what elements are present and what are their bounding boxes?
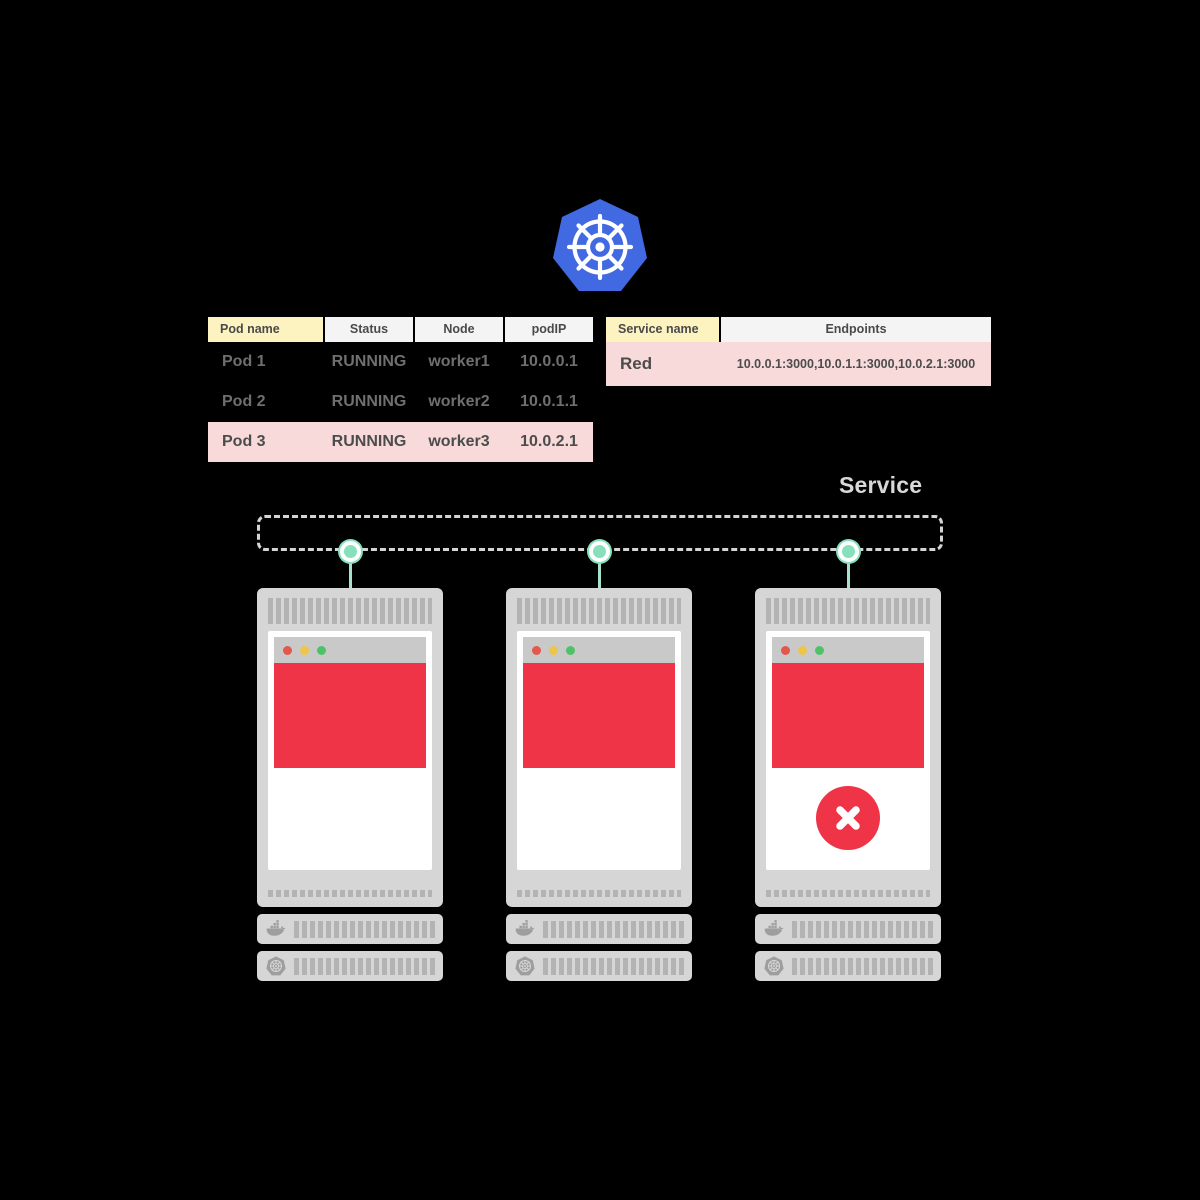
vent-grille-tray	[294, 920, 435, 938]
service-name-cell: Red	[620, 354, 653, 373]
app-content-blank	[274, 768, 426, 870]
kubernetes-runtime-tray	[257, 951, 443, 981]
vent-grille-tray	[543, 920, 684, 938]
server-chassis	[506, 588, 692, 907]
vent-grille-tray	[792, 957, 933, 975]
pods-header-status: Status	[325, 317, 413, 342]
connector-dot	[838, 541, 859, 562]
pod-ip-cell: 10.0.0.1	[520, 353, 578, 370]
app-content-red	[772, 663, 924, 768]
kubernetes-icon	[514, 955, 536, 977]
pods-header-node: Node	[415, 317, 503, 342]
maximize-dot-icon	[566, 645, 575, 655]
pods-table-header-row: Pod name Status Node podIP	[208, 317, 593, 342]
pod-name-cell: Pod 1	[222, 353, 266, 370]
connector-dot	[340, 541, 361, 562]
close-dot-icon	[532, 645, 541, 655]
service-header-endpoints: Endpoints	[721, 317, 991, 342]
pods-header-pod-name: Pod name	[208, 317, 323, 342]
pod-status-cell: RUNNING	[331, 393, 407, 410]
kubernetes-logo	[549, 196, 651, 298]
pod-name-cell: Pod 3	[222, 433, 266, 450]
connector-dot	[589, 541, 610, 562]
docker-runtime-tray	[506, 914, 692, 944]
server-screen	[268, 631, 432, 870]
pod-status-cell: RUNNING	[331, 353, 407, 370]
docker-runtime-tray	[755, 914, 941, 944]
error-badge-icon	[816, 786, 880, 850]
kubernetes-icon	[763, 955, 785, 977]
minimize-dot-icon	[549, 645, 558, 655]
server-chassis	[257, 588, 443, 907]
kubernetes-icon	[265, 955, 287, 977]
maximize-dot-icon	[815, 645, 824, 655]
vent-grille-tray	[543, 957, 684, 975]
server-screen	[517, 631, 681, 870]
pod-ip-cell: 10.0.1.1	[520, 393, 578, 410]
table-row: Pod 2 RUNNING worker2 10.0.1.1	[208, 382, 593, 422]
minimize-dot-icon	[300, 645, 309, 655]
browser-window	[772, 637, 924, 870]
server-node-3	[755, 588, 941, 981]
pods-header-podip: podIP	[505, 317, 593, 342]
vent-grille-bottom	[268, 890, 432, 897]
app-content-blank	[523, 768, 675, 870]
service-table-header-row: Service name Endpoints	[606, 317, 991, 342]
pod-status-cell: RUNNING	[331, 433, 407, 450]
pod-name-cell: Pod 2	[222, 393, 266, 410]
close-dot-icon	[283, 645, 292, 655]
vent-grille-bottom	[517, 890, 681, 897]
docker-runtime-tray	[257, 914, 443, 944]
server-node-1	[257, 588, 443, 981]
pod-ip-cell: 10.0.2.1	[520, 433, 578, 450]
close-dot-icon	[781, 645, 790, 655]
server-screen	[766, 631, 930, 870]
docker-icon	[514, 918, 536, 940]
table-row: Red 10.0.0.1:3000,10.0.1.1:3000,10.0.2.1…	[606, 342, 991, 386]
pods-table: Pod name Status Node podIP Pod 1 RUNNING…	[208, 317, 593, 462]
vent-grille-top	[766, 598, 930, 624]
vent-grille-bottom	[766, 890, 930, 897]
app-content-red	[274, 663, 426, 768]
vent-grille-top	[517, 598, 681, 624]
server-chassis	[755, 588, 941, 907]
vent-grille-tray	[792, 920, 933, 938]
browser-titlebar	[772, 637, 924, 663]
service-header-name: Service name	[606, 317, 719, 342]
pod-node-cell: worker2	[428, 393, 490, 410]
app-content-red	[523, 663, 675, 768]
docker-icon	[763, 918, 785, 940]
service-endpoints-cell: 10.0.0.1:3000,10.0.1.1:3000,10.0.2.1:300…	[736, 357, 976, 371]
vent-grille-top	[268, 598, 432, 624]
browser-window	[274, 637, 426, 870]
app-content-blank	[772, 768, 924, 870]
browser-titlebar	[523, 637, 675, 663]
table-row: Pod 1 RUNNING worker1 10.0.0.1	[208, 342, 593, 382]
vent-grille-tray	[294, 957, 435, 975]
server-node-2	[506, 588, 692, 981]
kubernetes-runtime-tray	[755, 951, 941, 981]
maximize-dot-icon	[317, 645, 326, 655]
kubernetes-runtime-tray	[506, 951, 692, 981]
diagram-canvas: Pod name Status Node podIP Pod 1 RUNNING…	[0, 0, 1200, 1200]
table-row: Pod 3 RUNNING worker3 10.0.2.1	[208, 422, 593, 462]
docker-icon	[265, 918, 287, 940]
service-table: Service name Endpoints Red 10.0.0.1:3000…	[606, 317, 991, 386]
service-label: Service	[839, 472, 923, 498]
minimize-dot-icon	[798, 645, 807, 655]
pod-node-cell: worker3	[428, 433, 490, 450]
pod-node-cell: worker1	[428, 353, 490, 370]
browser-window	[523, 637, 675, 870]
browser-titlebar	[274, 637, 426, 663]
